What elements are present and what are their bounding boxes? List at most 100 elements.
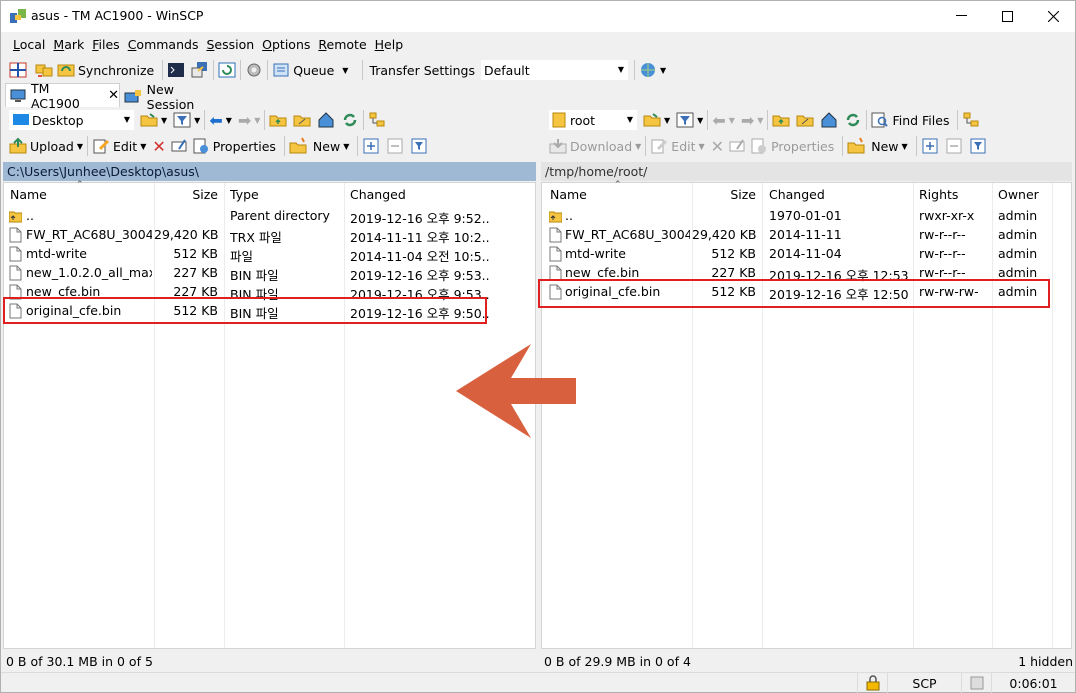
column-header-size[interactable]: Size — [154, 183, 218, 205]
sync-browse-icon[interactable] — [35, 61, 53, 79]
column-header-owner[interactable]: Owner — [998, 183, 1039, 205]
column-header-name[interactable]: Name — [10, 183, 47, 205]
column-header-rights[interactable]: Rights — [919, 183, 958, 205]
filter-select-icon[interactable] — [969, 137, 987, 155]
chevron-down-icon[interactable]: ▼ — [635, 142, 641, 151]
gear-icon[interactable] — [245, 61, 263, 79]
column-header-type[interactable]: Type — [230, 183, 259, 205]
chevron-down-icon[interactable]: ▼ — [254, 116, 260, 125]
open-folder-icon[interactable] — [643, 111, 661, 129]
edit-button[interactable]: Edit — [671, 139, 695, 154]
column-header-changed[interactable]: Changed — [769, 183, 825, 205]
maximize-button[interactable] — [984, 1, 1030, 31]
root-dir-icon[interactable] — [293, 111, 311, 129]
chevron-down-icon[interactable]: ▼ — [664, 116, 670, 125]
forward-arrow-icon[interactable]: ➡ — [238, 111, 251, 130]
table-row[interactable]: FW_RT_AC68U_3004...29,420 KB 2014-11-11 rw… — [542, 226, 1071, 245]
find-files-icon[interactable] — [871, 111, 889, 129]
new-button[interactable]: New — [871, 139, 898, 154]
refresh-icon[interactable] — [844, 111, 862, 129]
right-file-panel[interactable]: Name ⌃ Size Changed Rights Owner .. 1970-… — [541, 180, 1072, 649]
tab-tm-ac1900[interactable]: TM AC1900 ✕ — [5, 81, 120, 111]
globe-icon[interactable] — [639, 61, 657, 79]
right-path-bar[interactable]: /tmp/home/root/ — [541, 162, 1072, 181]
chevron-down-icon[interactable]: ▼ — [757, 116, 763, 125]
chevron-down-icon[interactable]: ▼ — [902, 142, 908, 151]
new-folder-icon[interactable] — [847, 137, 865, 155]
unselect-icon[interactable] — [945, 137, 963, 155]
chevron-down-icon[interactable]: ▼ — [194, 116, 200, 125]
select-all-icon[interactable] — [362, 137, 380, 155]
upload-icon[interactable] — [9, 137, 27, 155]
download-button[interactable]: Download — [570, 139, 632, 154]
compare-dirs-icon[interactable] — [9, 61, 27, 79]
parent-dir-icon[interactable] — [269, 111, 287, 129]
edit-icon[interactable] — [92, 137, 110, 155]
left-path-bar[interactable]: C:\Users\Junhee\Desktop\asus\ — [3, 162, 536, 181]
transfer-settings-select[interactable]: Default ▼ — [480, 60, 628, 80]
close-tab-icon[interactable]: ✕ — [108, 88, 119, 103]
menu-session[interactable]: Session — [202, 37, 258, 52]
delete-icon[interactable]: ✕ — [711, 137, 724, 156]
table-row[interactable]: FW_RT_AC68U_3004... 29,420 KB TRX 파일 2014-1… — [4, 226, 535, 245]
table-row[interactable]: .. 1970-01-01 rwxr-xr-x admin — [542, 207, 1071, 226]
globe-dropdown-icon[interactable]: ▼ — [660, 66, 666, 75]
menu-mark[interactable]: Mark — [49, 37, 88, 52]
select-all-icon[interactable] — [921, 137, 939, 155]
properties-icon[interactable] — [750, 137, 768, 155]
chevron-down-icon[interactable]: ▼ — [226, 116, 232, 125]
table-row[interactable]: .. Parent directory 2019-12-16 오후 9:52... — [4, 207, 535, 226]
column-header-name[interactable]: Name — [550, 183, 587, 205]
properties-button[interactable]: Properties — [213, 139, 276, 154]
left-location-select[interactable]: Desktop ▼ — [9, 110, 134, 130]
upload-button[interactable]: Upload — [30, 139, 74, 154]
chevron-down-icon[interactable]: ▼ — [77, 142, 83, 151]
right-location-select[interactable]: root ▼ — [549, 110, 637, 130]
properties-button[interactable]: Properties — [771, 139, 834, 154]
synchronize-icon[interactable] — [57, 61, 75, 79]
new-button[interactable]: New — [313, 139, 340, 154]
synchronize-button[interactable]: Synchronize — [78, 63, 154, 78]
menu-commands[interactable]: Commands — [124, 37, 203, 52]
find-files-button[interactable]: Find Files — [892, 113, 949, 128]
home-icon[interactable] — [317, 111, 335, 129]
column-header-size[interactable]: Size — [692, 183, 756, 205]
chevron-down-icon[interactable]: ▼ — [697, 116, 703, 125]
forward-arrow-icon[interactable]: ➡ — [741, 111, 754, 130]
properties-icon[interactable] — [192, 137, 210, 155]
putty-icon[interactable] — [191, 61, 209, 79]
queue-dropdown-icon[interactable]: ▼ — [342, 66, 348, 75]
column-header-changed[interactable]: Changed — [350, 183, 406, 205]
queue-button[interactable]: Queue — [293, 63, 334, 78]
rename-icon[interactable] — [170, 137, 188, 155]
table-row[interactable]: mtd-write 512 KB 2014-11-04 rw-r--r-- admin — [542, 245, 1071, 264]
filter-icon[interactable] — [173, 111, 191, 129]
parent-dir-icon[interactable] — [772, 111, 790, 129]
edit-icon[interactable] — [650, 137, 668, 155]
tab-new-session[interactable]: New Session — [124, 82, 224, 112]
table-row[interactable]: new_1.0.2.0_all_max_... 227 KB BIN 파일 2019-… — [4, 264, 535, 283]
rename-icon[interactable] — [728, 137, 746, 155]
root-dir-icon[interactable] — [796, 111, 814, 129]
new-folder-icon[interactable] — [289, 137, 307, 155]
refresh-remote-icon[interactable] — [218, 61, 236, 79]
chevron-down-icon[interactable]: ▼ — [343, 142, 349, 151]
menu-local[interactable]: Local — [9, 37, 49, 52]
tree-view-icon[interactable] — [962, 111, 980, 129]
console-icon[interactable] — [167, 61, 185, 79]
tree-view-icon[interactable] — [368, 111, 386, 129]
menu-options[interactable]: Options — [258, 37, 314, 52]
chevron-down-icon[interactable]: ▼ — [729, 116, 735, 125]
filter-icon[interactable] — [676, 111, 694, 129]
open-folder-icon[interactable] — [140, 111, 158, 129]
menu-remote[interactable]: Remote — [314, 37, 370, 52]
download-icon[interactable] — [549, 137, 567, 155]
queue-icon[interactable] — [272, 61, 290, 79]
delete-icon[interactable]: ✕ — [152, 137, 165, 156]
close-button[interactable] — [1030, 1, 1076, 31]
menu-files[interactable]: Files — [88, 37, 123, 52]
refresh-icon[interactable] — [341, 111, 359, 129]
unselect-icon[interactable] — [386, 137, 404, 155]
back-arrow-icon[interactable]: ⬅ — [209, 111, 222, 130]
edit-button[interactable]: Edit — [113, 139, 137, 154]
